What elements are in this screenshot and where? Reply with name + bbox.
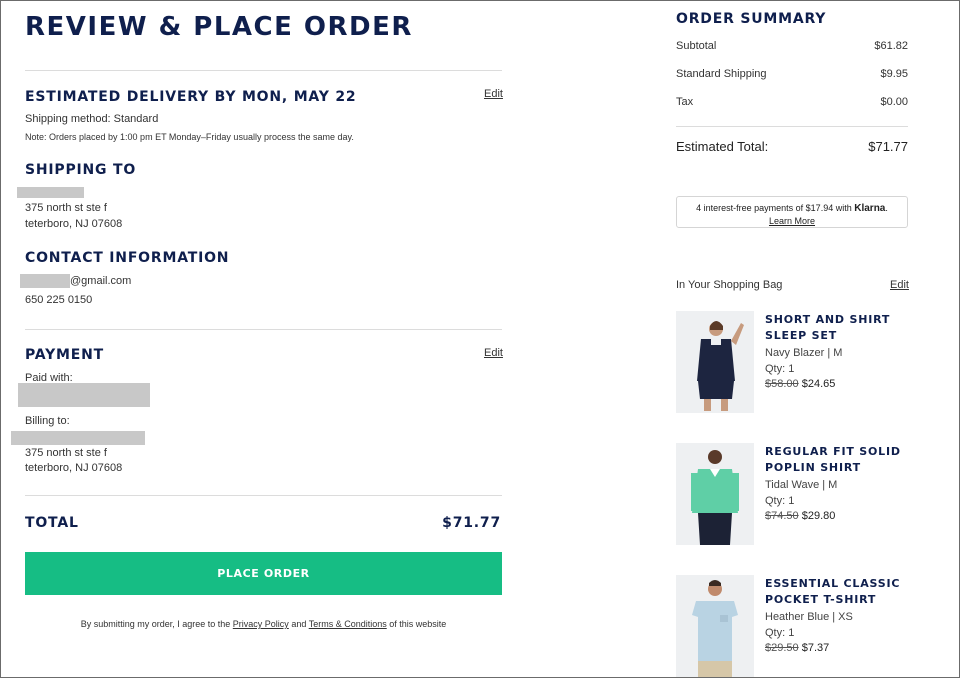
tax-value: $0.00: [880, 96, 908, 108]
tax-row: Tax $0.00: [676, 96, 908, 108]
privacy-policy-link[interactable]: Privacy Policy: [233, 619, 289, 629]
delivery-note: Note: Orders placed by 1:00 pm ET Monday…: [25, 132, 354, 142]
shipping-method: Shipping method: Standard: [25, 113, 159, 125]
email-suffix: @gmail.com: [70, 275, 132, 287]
shipping-label: Standard Shipping: [676, 68, 767, 80]
product-qty: Qty: 1: [765, 627, 795, 639]
billing-to-label: Billing to:: [25, 415, 70, 427]
product-name[interactable]: REGULAR FIT SOLID POPLIN SHIRT: [765, 444, 915, 476]
shipping-address-line2: teterboro, NJ 07608: [25, 218, 123, 230]
total-label: TOTAL: [25, 515, 79, 531]
redacted-email: [20, 274, 70, 288]
place-order-button[interactable]: PLACE ORDER: [25, 552, 502, 595]
legal-and: and: [291, 619, 307, 629]
subtotal-value: $61.82: [874, 40, 908, 52]
billing-address-line1: 375 north st ste f: [25, 447, 107, 459]
klarna-line: 4 interest-free payments of $17.94 with …: [696, 203, 888, 214]
legal-text: By submitting my order, I agree to the P…: [25, 619, 502, 629]
estimated-total-label: Estimated Total:: [676, 139, 769, 154]
delivery-heading: ESTIMATED DELIVERY BY MON, MAY 22: [25, 89, 357, 105]
redacted-card: [18, 383, 150, 407]
contact-phone: 650 225 0150: [25, 294, 93, 306]
product-image-poplin-shirt[interactable]: [676, 443, 754, 545]
product-old-price: $58.00: [765, 378, 799, 390]
product-image-sleep-set[interactable]: [676, 311, 754, 413]
estimated-total-value: $71.77: [868, 139, 908, 154]
product-variant: Tidal Wave | M: [765, 479, 838, 491]
shipping-address-line1: 375 north st ste f: [25, 202, 107, 214]
payment-edit-link[interactable]: Edit: [484, 347, 503, 359]
product-qty: Qty: 1: [765, 495, 795, 507]
product-sale-price: $29.80: [801, 510, 836, 522]
product-price: $29.50 $7.37: [765, 640, 829, 656]
payment-heading: PAYMENT: [25, 347, 104, 363]
product-price: $58.00 $24.65: [765, 376, 835, 392]
shipping-row: Standard Shipping $9.95: [676, 68, 908, 80]
subtotal-label: Subtotal: [676, 40, 717, 52]
shipping-to-heading: SHIPPING TO: [25, 162, 137, 178]
klarna-logo: Klarna: [854, 203, 886, 214]
product-image-pocket-tshirt[interactable]: [676, 575, 754, 677]
product-variant: Heather Blue | XS: [765, 611, 853, 623]
subtotal-row: Subtotal $61.82: [676, 40, 908, 52]
product-qty: Qty: 1: [765, 363, 795, 375]
tax-label: Tax: [676, 96, 694, 108]
product-sale-price: $24.65: [801, 378, 836, 390]
product-variant: Navy Blazer | M: [765, 347, 843, 359]
page-title: REVIEW & PLACE ORDER: [25, 12, 413, 42]
shipping-value: $9.95: [880, 68, 908, 80]
billing-address-line2: teterboro, NJ 07608: [25, 462, 123, 474]
product-name[interactable]: ESSENTIAL CLASSIC POCKET T-SHIRT: [765, 576, 915, 608]
contact-heading: CONTACT INFORMATION: [25, 250, 230, 266]
product-price: $74.50 $29.80: [765, 508, 835, 524]
order-summary-heading: ORDER SUMMARY: [676, 11, 827, 27]
divider: [25, 329, 502, 330]
total-value: $71.77: [442, 515, 501, 531]
terms-conditions-link[interactable]: Terms & Conditions: [309, 619, 387, 629]
klarna-text: 4 interest-free payments of $17.94 with: [696, 203, 852, 213]
divider: [25, 70, 502, 71]
redacted-billing-name: [11, 431, 145, 445]
klarna-learn-more-link[interactable]: Learn More: [677, 215, 907, 227]
product-old-price: $74.50: [765, 510, 799, 522]
divider: [676, 126, 908, 127]
estimated-total-row: Estimated Total: $71.77: [676, 139, 908, 154]
klarna-banner: 4 interest-free payments of $17.94 with …: [676, 196, 908, 228]
bag-heading: In Your Shopping Bag: [676, 279, 783, 291]
redacted-name: [17, 187, 84, 198]
legal-suffix: of this website: [389, 619, 447, 629]
product-name[interactable]: SHORT AND SHIRT SLEEP SET: [765, 312, 915, 344]
bag-edit-link[interactable]: Edit: [890, 279, 909, 291]
product-sale-price: $7.37: [801, 642, 830, 654]
legal-prefix: By submitting my order, I agree to the: [80, 619, 231, 629]
divider: [25, 495, 502, 496]
delivery-edit-link[interactable]: Edit: [484, 88, 503, 100]
product-old-price: $29.50: [765, 642, 799, 654]
